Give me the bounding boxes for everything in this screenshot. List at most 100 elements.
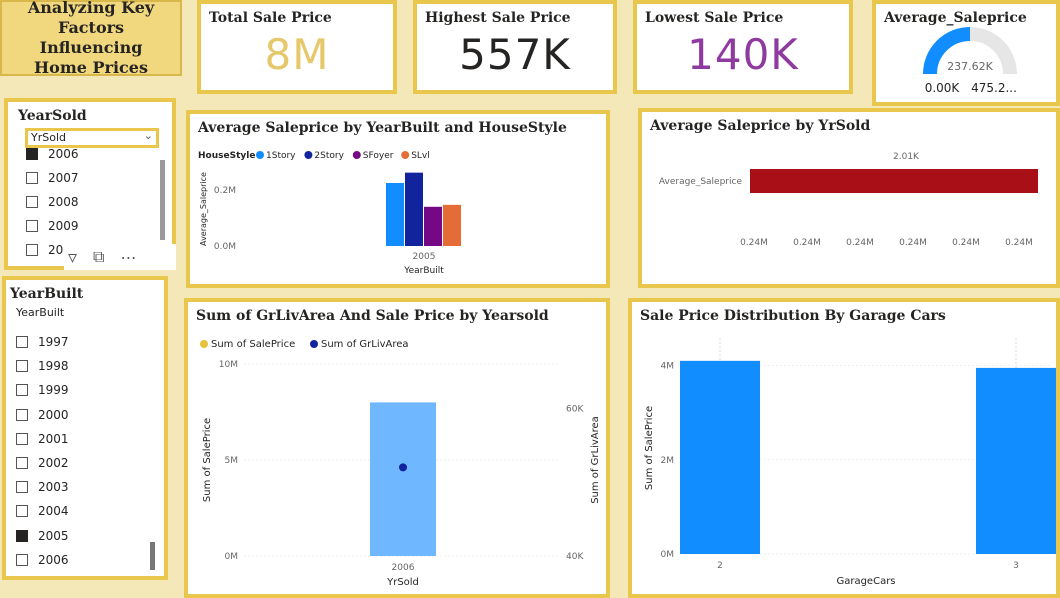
- slicer-item-label: 2007: [48, 171, 79, 185]
- y-tick-label: 10M: [219, 360, 238, 370]
- kpi-value: 8M: [264, 30, 330, 79]
- slicer-item-label: 1999: [38, 383, 69, 398]
- yrsold-dropdown[interactable]: YrSold ⌄: [25, 128, 159, 148]
- bar-2Story: [405, 172, 423, 246]
- slicer-item-2001[interactable]: 2001: [16, 427, 69, 451]
- report-title-banner: Analyzing Key Factors Influencing Home P…: [0, 0, 182, 77]
- gauge-average-saleprice[interactable]: Average_Saleprice 237.62K 0.00K 475.2...: [872, 0, 1060, 106]
- legend-marker: [200, 340, 208, 348]
- dropdown-value: YrSold: [31, 131, 66, 144]
- kpi-title: Total Sale Price: [209, 10, 332, 26]
- slicer-item-1999[interactable]: 1999: [16, 378, 69, 402]
- bar-SFoyer: [424, 206, 442, 246]
- x-tick-label: 0.24M: [846, 238, 874, 248]
- slicer-item-2005[interactable]: 2005: [16, 524, 69, 548]
- y-tick-label: 0.2M: [214, 186, 236, 196]
- y-tick-label: 4M: [661, 362, 675, 372]
- checkbox[interactable]: [16, 336, 28, 348]
- x-tick-label: 0.24M: [952, 238, 980, 248]
- y-tick-label: 2M: [661, 456, 675, 466]
- legend-marker: [256, 151, 264, 159]
- slicer-item-2008[interactable]: 2008: [26, 190, 79, 214]
- slicer-item-label: 2005: [38, 528, 69, 543]
- slicer-item-2006[interactable]: 2006: [16, 548, 69, 572]
- slicer-item-label: 1998: [38, 359, 69, 374]
- chart-grlivarea-saleprice-yearsold[interactable]: Sum of GrLivArea And Sale Price by Years…: [184, 298, 610, 598]
- checkbox[interactable]: [16, 360, 28, 373]
- checkbox[interactable]: [26, 220, 38, 232]
- checkbox[interactable]: [26, 148, 38, 160]
- y-tick-label: 5M: [225, 456, 239, 466]
- checkbox[interactable]: [26, 244, 38, 256]
- legend-marker: [401, 151, 410, 159]
- checkbox[interactable]: [16, 408, 28, 421]
- chart-avg-saleprice-yearbuilt-housestyle[interactable]: Average Saleprice by YearBuilt and House…: [186, 110, 610, 288]
- legend-marker: [310, 340, 318, 348]
- bar-sum-saleprice: [370, 402, 436, 556]
- slicer-item-1997[interactable]: 1997: [16, 330, 69, 354]
- chart-svg: 2.01K Average_Saleprice 0.24M 0.24M 0.24M 0.2…: [659, 152, 1038, 248]
- y-tick-label: 0M: [661, 550, 675, 560]
- chevron-down-icon: ⌄: [143, 129, 153, 142]
- kpi-highest-sale-price[interactable]: Highest Sale Price 557K: [413, 0, 617, 94]
- chart-svg: Sum of SalePrice Sum of GrLivArea 0M 5M 10M 4…: [200, 339, 601, 588]
- kpi-value: 557K: [459, 30, 571, 79]
- checkbox[interactable]: [16, 457, 28, 469]
- slicer-item-2004[interactable]: 2004: [16, 499, 69, 523]
- data-label: 2.01K: [893, 152, 920, 162]
- checkbox[interactable]: [26, 172, 38, 184]
- legend-label: 1Story: [266, 151, 296, 161]
- x-tick-label: 0.24M: [793, 238, 821, 248]
- x-tick-label: 0.24M: [899, 238, 927, 248]
- checkbox[interactable]: [16, 553, 28, 566]
- more-options-icon[interactable]: ⋯: [120, 248, 136, 267]
- slicer-item-label: 2004: [38, 504, 69, 519]
- slicer-yearbuilt[interactable]: YearBuilt YearBuilt 1997 1998 1999 2000 2001…: [2, 276, 168, 580]
- bar-SLvl: [443, 204, 461, 246]
- checkbox[interactable]: [16, 481, 28, 494]
- kpi-total-sale-price[interactable]: Total Sale Price 8M: [197, 0, 397, 94]
- y2-tick-label: 40K: [566, 552, 584, 562]
- slicer-item-2007[interactable]: 2007: [26, 166, 79, 190]
- legend-label: SLvl: [411, 151, 430, 161]
- report-title: Analyzing Key Factors Influencing Home P…: [27, 0, 155, 77]
- checkbox[interactable]: [16, 529, 28, 542]
- kpi-title: Lowest Sale Price: [645, 10, 784, 26]
- scrollbar[interactable]: [150, 542, 155, 570]
- slicer-item-label: 2003: [38, 480, 69, 495]
- slicer-item-label: 2000: [38, 407, 69, 422]
- y-axis-title: Sum of SalePrice: [644, 406, 655, 490]
- checkbox[interactable]: [16, 505, 28, 518]
- visual-header-toolbar: ▿ ⧉ ⋯: [64, 244, 176, 270]
- kpi-lowest-sale-price[interactable]: Lowest Sale Price 140K: [633, 0, 853, 94]
- slicer-item-2003[interactable]: 2003: [16, 475, 69, 499]
- legend-marker: [304, 151, 313, 159]
- slicer-item-1998[interactable]: 1998: [16, 354, 69, 378]
- y-tick-label: 0.0M: [214, 242, 236, 252]
- chart-avg-saleprice-yrsold[interactable]: Average Saleprice by YrSold 2.01K Average…: [638, 108, 1060, 288]
- slicer-title: YearBuilt: [10, 286, 84, 302]
- y-tick-label: 0M: [225, 552, 239, 562]
- filter-icon[interactable]: ▿: [68, 247, 77, 268]
- slicer-item-2002[interactable]: 2002: [16, 451, 69, 475]
- legend-label: 2Story: [314, 151, 344, 161]
- bar-garagecars-2: [680, 360, 760, 554]
- x-axis-title: YearBuilt: [403, 266, 444, 276]
- slicer-item-label: 2006: [38, 552, 69, 567]
- checkbox[interactable]: [16, 384, 28, 397]
- checkbox[interactable]: [16, 432, 28, 445]
- checkbox[interactable]: [26, 196, 38, 208]
- slicer-item-2006[interactable]: 2006: [26, 146, 79, 166]
- focus-mode-icon[interactable]: ⧉: [93, 247, 104, 267]
- slicer-item-label: 2009: [48, 219, 79, 233]
- chart-saleprice-by-garagecars[interactable]: Sale Price Distribution By Garage Cars 0…: [628, 298, 1060, 598]
- slicer-item-label: 2001: [38, 431, 69, 446]
- scrollbar[interactable]: [160, 160, 165, 240]
- y2-axis-title: Sum of GrLivArea: [590, 416, 601, 504]
- slicer-item-2009[interactable]: 2009: [26, 214, 79, 238]
- slicer-item-2000[interactable]: 2000: [16, 403, 69, 427]
- y2-tick-label: 60K: [566, 404, 584, 414]
- bar-average-saleprice: [750, 169, 1038, 193]
- point-sum-grlivarea: [399, 463, 407, 472]
- slicer-list: 1997 1998 1999 2000 2001 2002 2003 2004 2005 2006: [16, 318, 156, 574]
